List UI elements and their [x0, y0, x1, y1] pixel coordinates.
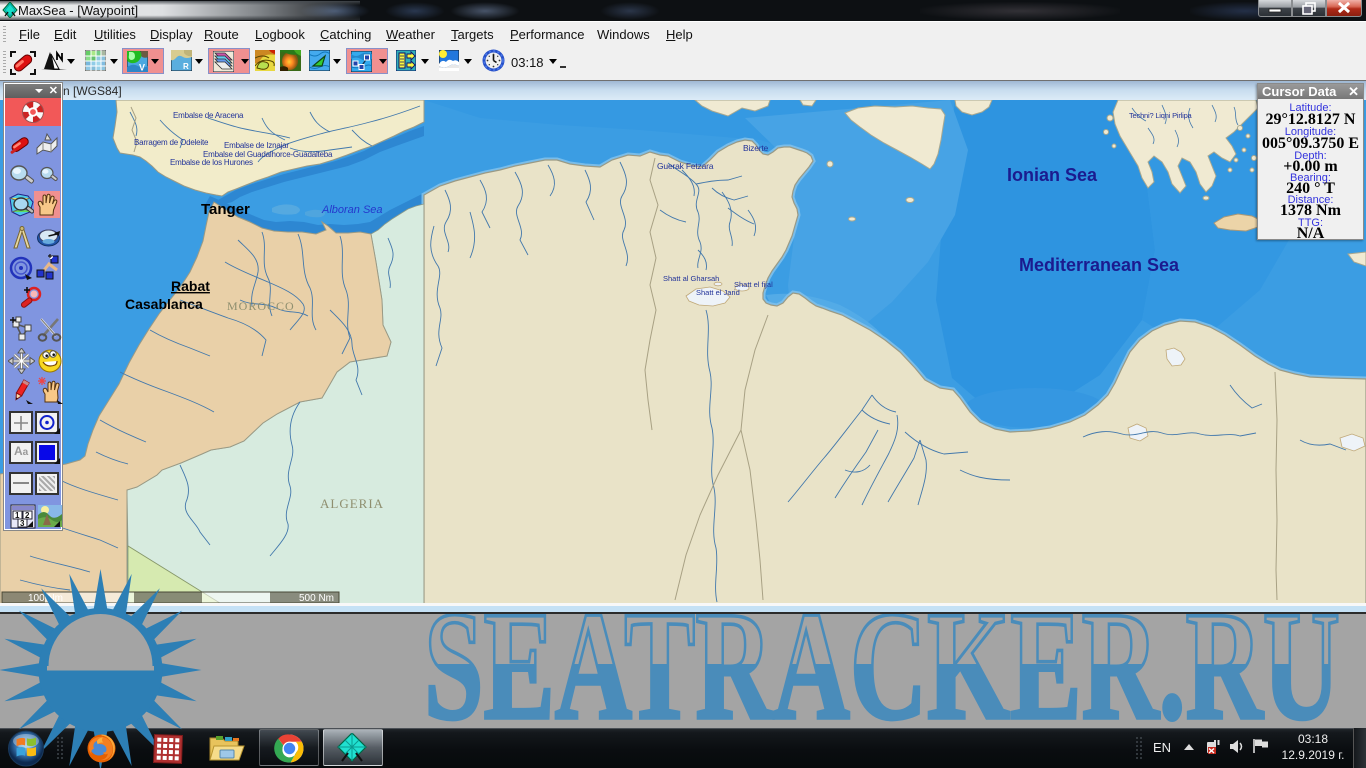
svg-text:V: V — [139, 63, 145, 73]
svg-text:Casablanca: Casablanca — [125, 296, 203, 312]
svg-text:Guerak Fetzara: Guerak Fetzara — [657, 161, 714, 171]
svg-text:Bizerte: Bizerte — [743, 143, 769, 153]
svg-text:Embalse de Iznajar: Embalse de Iznajar — [224, 141, 289, 150]
svg-text:3: 3 — [20, 519, 25, 528]
svg-text:ALGERIA: ALGERIA — [320, 496, 384, 511]
svg-text:MOROCCO: MOROCCO — [227, 299, 295, 313]
svg-text:Barragem de Odeleite: Barragem de Odeleite — [134, 138, 209, 147]
svg-text:2: 2 — [25, 511, 30, 520]
svg-text:Techni? Liqni Pirlipa: Techni? Liqni Pirlipa — [1129, 111, 1193, 120]
svg-text:Mediterranean Sea: Mediterranean Sea — [1019, 255, 1180, 275]
svg-text:Embalse de Aracena: Embalse de Aracena — [173, 111, 244, 120]
svg-text:Tanger: Tanger — [201, 201, 250, 218]
svg-text:Shatt el Jarid: Shatt el Jarid — [696, 288, 740, 297]
svg-text:Embalse de los Hurones: Embalse de los Hurones — [170, 158, 253, 167]
svg-text:Alboran Sea: Alboran Sea — [321, 204, 383, 216]
svg-text:Shatt el fijal: Shatt el fijal — [734, 280, 773, 289]
svg-text:Ionian Sea: Ionian Sea — [1007, 165, 1098, 185]
svg-text:R: R — [183, 62, 189, 71]
svg-text:Shatt al Gharsah: Shatt al Gharsah — [663, 274, 719, 283]
svg-text:Rabat: Rabat — [171, 278, 210, 294]
